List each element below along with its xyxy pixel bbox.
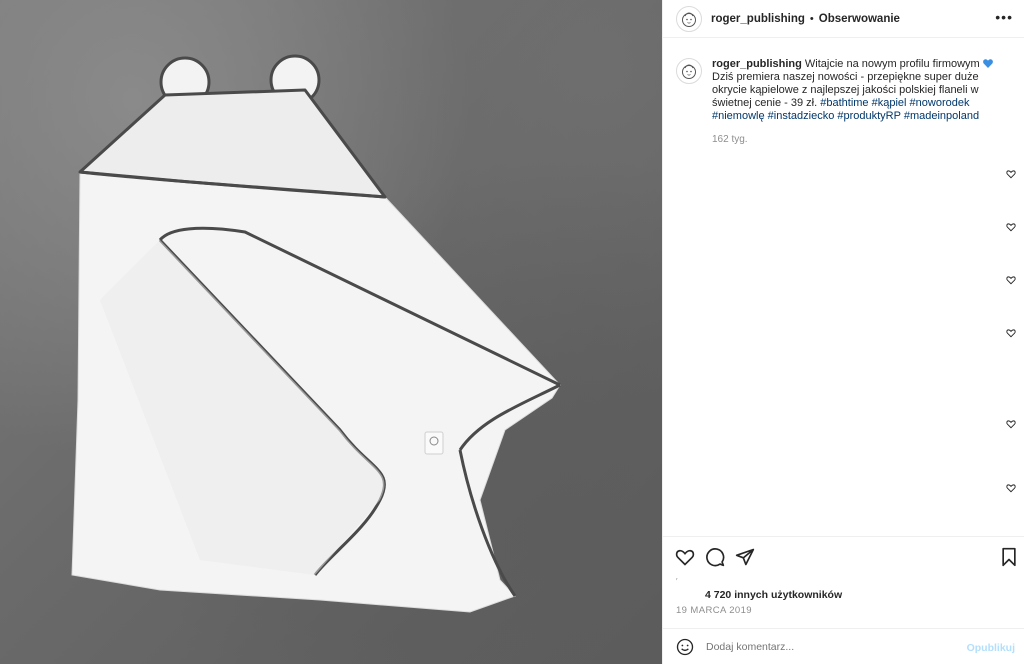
avatar[interactable] <box>676 58 702 84</box>
comment-like-icon[interactable] <box>1006 328 1016 338</box>
hashtag-link[interactable]: #instadziecko <box>768 110 835 122</box>
caption-text: roger_publishing Witajcie na nowym profi… <box>712 58 1008 123</box>
separator-dot: • <box>809 12 814 25</box>
post-header: roger_publishing • Obserwowanie ••• <box>663 0 1024 38</box>
comment-like-icon[interactable] <box>1006 222 1016 232</box>
post-sidebar: roger_publishing • Obserwowanie ••• roge… <box>662 0 1024 664</box>
comment-like-icon[interactable] <box>1006 169 1016 179</box>
avatar[interactable] <box>676 5 702 32</box>
post-photo[interactable] <box>0 0 662 664</box>
comment-bar: Opublikuj <box>663 628 1024 664</box>
baby-face-icon <box>682 64 696 79</box>
comment-like-icon[interactable] <box>1006 275 1016 285</box>
hashtag-link[interactable]: #noworodek <box>910 97 970 109</box>
post-button[interactable]: Opublikuj <box>967 642 1015 654</box>
baby-face-icon <box>682 12 696 27</box>
action-bar <box>663 536 1024 576</box>
caption-intro: Witajcie na nowym profilu firmowym <box>804 58 980 70</box>
comment-icon[interactable] <box>705 547 725 567</box>
hashtag-link[interactable]: #madeinpoland <box>904 110 979 122</box>
hashtag-link[interactable]: #bathtime <box>820 97 868 109</box>
towel-illustration <box>71 54 561 613</box>
send-icon[interactable] <box>735 547 755 567</box>
comment-input[interactable] <box>706 640 946 653</box>
more-horizontal-icon[interactable]: ••• <box>995 10 1013 24</box>
follow-button[interactable]: Obserwowanie <box>819 13 900 25</box>
hashtag-link[interactable]: #kąpiel <box>872 97 907 109</box>
likes-avatar-hint: ′ <box>676 577 678 586</box>
header-username[interactable]: roger_publishing <box>711 13 805 25</box>
bookmark-icon[interactable] <box>999 547 1019 567</box>
caption-username[interactable]: roger_publishing <box>712 58 802 70</box>
heart-icon[interactable] <box>675 547 695 567</box>
likes-count[interactable]: 4 720 innych użytkowników <box>705 589 842 601</box>
emoji-icon[interactable] <box>676 638 694 656</box>
caption-block: roger_publishing Witajcie na nowym profi… <box>676 58 1016 123</box>
hashtag-link[interactable]: #produktyRP <box>837 110 900 122</box>
blue-heart-icon <box>982 59 993 68</box>
comment-like-icon[interactable] <box>1006 483 1016 493</box>
comment-like-icon[interactable] <box>1006 419 1016 429</box>
caption-age[interactable]: 162 tyg. <box>712 134 748 145</box>
hashtag-link[interactable]: #niemowlę <box>712 110 765 122</box>
post-date[interactable]: 19 MARCA 2019 <box>676 605 752 616</box>
